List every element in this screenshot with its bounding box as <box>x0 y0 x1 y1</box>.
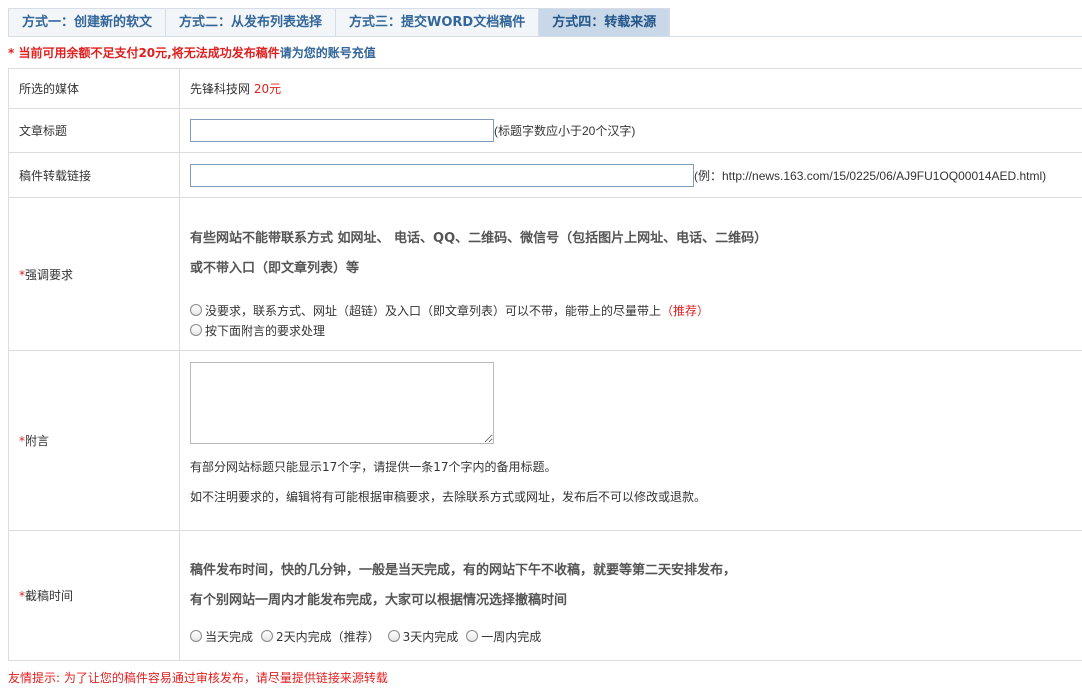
tab-method-4[interactable]: 方式四：转载来源 <box>538 8 671 37</box>
deadline-row: *截稿时间 稿件发布时间，快的几分钟，一般是当天完成，有的网站下午不收稿，就要等… <box>8 530 1082 661</box>
deadline-option-label: 当天完成 <box>205 629 254 644</box>
postscript-label-cell: *附言 <box>8 350 180 531</box>
postscript-label: 附言 <box>25 434 50 448</box>
radio-button[interactable] <box>190 324 202 336</box>
deadline-option-label: 2天内完成（推荐） <box>276 629 380 644</box>
deadline-label: 截稿时间 <box>25 589 74 603</box>
friendly-tip: 友情提示: 为了让您的稿件容易通过审核发布，请尽量提供链接来源转载 <box>8 671 388 685</box>
radio-button[interactable] <box>190 304 202 316</box>
radio-button[interactable] <box>261 630 274 642</box>
title-row: 文章标题 (标题字数应小于20个汉字) <box>8 108 1082 153</box>
method-tabs: 方式一：创建新的软文 方式二：从发布列表选择 方式三：提交WORD文档稿件 方式… <box>8 8 671 37</box>
source-link-input[interactable] <box>190 163 694 187</box>
deadline-option-same-day[interactable]: 当天完成 <box>190 628 253 645</box>
title-input[interactable] <box>190 119 494 142</box>
deadline-option-3-days[interactable]: 3天内完成 <box>387 628 459 645</box>
postscript-textarea[interactable] <box>190 362 494 444</box>
title-hint: (标题字数应小于20个汉字) <box>494 124 636 138</box>
emphasis-option-1-label: 没要求，联系方式、网址（超链）及入口（即文章列表）可以不带，能带上的尽量带上 <box>205 303 662 318</box>
balance-notice: * 当前可用余额不足支付20元,将无法成功发布稿件请为您的账号充值 <box>8 44 376 61</box>
deadline-note-2: 有个别网站一周内才能发布完成，大家可以根据情况选择撤稿时间 <box>190 593 568 608</box>
deadline-option-label: 一周内完成 <box>481 629 542 644</box>
deadline-option-1-week[interactable]: 一周内完成 <box>466 628 541 645</box>
postscript-note-2: 如不注明要求的，编辑将有可能根据审稿要求，去除联系方式或网址，发布后不可以修改或… <box>190 490 707 504</box>
media-row: 所选的媒体 先锋科技网 20元 <box>8 68 1082 109</box>
tab-divider <box>8 36 1082 37</box>
title-value-cell: (标题字数应小于20个汉字) <box>179 108 1082 153</box>
link-row: 稿件转载链接 (例：http://news.163.com/15/0225/06… <box>8 152 1082 198</box>
recharge-link[interactable]: 请为您的账号充值 <box>280 46 376 60</box>
postscript-row: *附言 有部分网站标题只能显示17个字，请提供一条17个字内的备用标题。 如不注… <box>8 350 1082 531</box>
emphasis-option-2-label: 按下面附言的要求处理 <box>205 323 326 338</box>
deadline-option-label: 3天内完成 <box>402 629 459 644</box>
link-label: 稿件转载链接 <box>8 152 180 198</box>
radio-button[interactable] <box>190 630 202 642</box>
emphasis-label-cell: *强调要求 <box>8 197 180 351</box>
tab-method-1[interactable]: 方式一：创建新的软文 <box>8 8 166 37</box>
emphasis-option-2[interactable]: 按下面附言的要求处理 <box>190 320 1082 340</box>
submission-form: 所选的媒体 先锋科技网 20元 文章标题 (标题字数应小于20个汉字) 稿件转载… <box>8 68 1082 661</box>
deadline-note-1: 稿件发布时间，快的几分钟，一般是当天完成，有的网站下午不收稿，就要等第二天安排发… <box>190 563 737 578</box>
link-hint: (例：http://news.163.com/15/0225/06/AJ9FU1… <box>694 168 1047 183</box>
media-value: 先锋科技网 20元 <box>179 68 1082 109</box>
title-label: 文章标题 <box>8 108 180 153</box>
deadline-value-cell: 稿件发布时间，快的几分钟，一般是当天完成，有的网站下午不收稿，就要等第二天安排发… <box>179 530 1082 661</box>
media-name: 先锋科技网 <box>190 82 251 96</box>
emphasis-option-1[interactable]: 没要求，联系方式、网址（超链）及入口（即文章列表）可以不带，能带上的尽量带上 （推… <box>190 300 1082 320</box>
emphasis-note-1: 有些网站不能带联系方式 如网址、 电话、QQ、二维码、微信号（包括图片上网址、电… <box>190 231 768 246</box>
link-value-cell: (例：http://news.163.com/15/0225/06/AJ9FU1… <box>179 152 1082 198</box>
deadline-options: 当天完成 2天内完成（推荐） 3天内完成 一周内完成 <box>190 626 1082 646</box>
radio-button[interactable] <box>387 630 400 642</box>
emphasis-row: *强调要求 有些网站不能带联系方式 如网址、 电话、QQ、二维码、微信号（包括图… <box>8 197 1082 351</box>
media-price: 20元 <box>253 82 282 96</box>
tab-method-3[interactable]: 方式三：提交WORD文档稿件 <box>335 8 539 37</box>
emphasis-value-cell: 有些网站不能带联系方式 如网址、 电话、QQ、二维码、微信号（包括图片上网址、电… <box>179 197 1082 351</box>
postscript-note-1: 有部分网站标题只能显示17个字，请提供一条17个字内的备用标题。 <box>190 460 557 474</box>
tab-method-2[interactable]: 方式二：从发布列表选择 <box>165 8 336 37</box>
emphasis-label: 强调要求 <box>25 267 74 282</box>
emphasis-note-2: 或不带入口（即文章列表）等 <box>190 261 360 276</box>
radio-button[interactable] <box>466 630 479 642</box>
deadline-option-2-days[interactable]: 2天内完成（推荐） <box>261 628 380 645</box>
deadline-label-cell: *截稿时间 <box>8 530 180 661</box>
media-label: 所选的媒体 <box>8 68 180 109</box>
postscript-value-cell: 有部分网站标题只能显示17个字，请提供一条17个字内的备用标题。 如不注明要求的… <box>179 350 1082 531</box>
recommended-tag: （推荐） <box>661 303 710 318</box>
balance-warning-text: * 当前可用余额不足支付20元,将无法成功发布稿件 <box>8 46 280 60</box>
